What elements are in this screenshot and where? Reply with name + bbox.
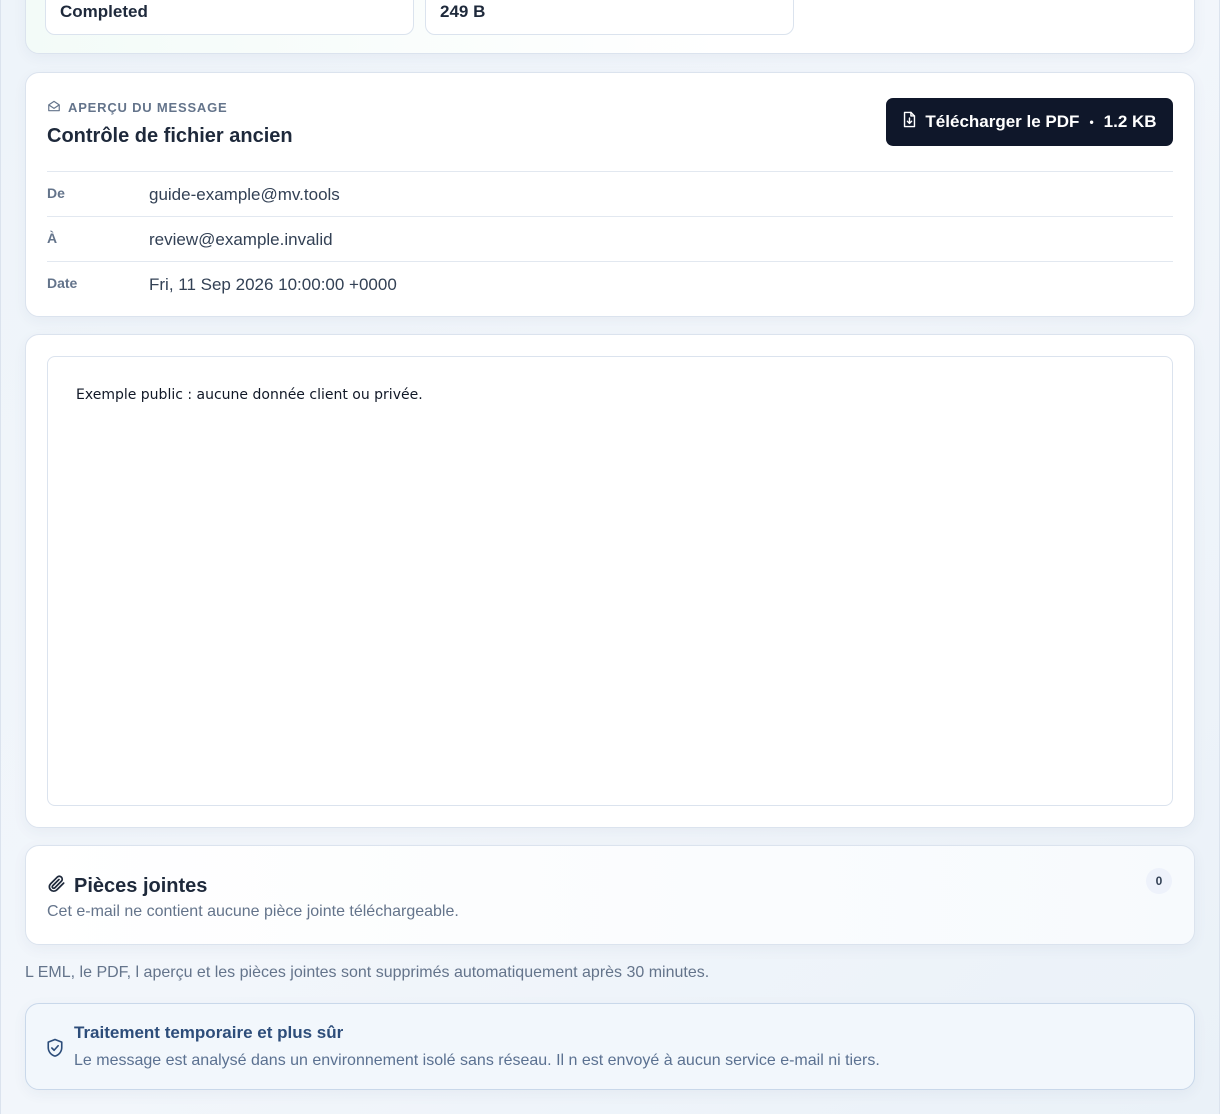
meta-row-from: De guide-example@mv.tools — [47, 171, 1173, 216]
file-download-icon — [902, 111, 917, 133]
message-body-text: Exemple public : aucune donnée client ou… — [76, 387, 423, 403]
meta-label: De — [47, 185, 65, 201]
meta-label: À — [47, 230, 58, 246]
preview-eyebrow: APERÇU DU MESSAGE — [47, 99, 228, 116]
paperclip-icon — [47, 874, 66, 899]
size-value: 249 B — [440, 2, 486, 21]
attachments-subtitle: Cet e-mail ne contient aucune pièce join… — [47, 903, 459, 920]
security-notice: Traitement temporaire et plus sûr Le mes… — [25, 1003, 1195, 1090]
size-stat: 249 B — [425, 0, 794, 35]
meta-value: review@example.invalid — [149, 230, 333, 249]
message-preview-card: APERÇU DU MESSAGE Contrôle de fichier an… — [25, 72, 1195, 317]
meta-value: guide-example@mv.tools — [149, 185, 340, 204]
separator-dot: • — [1089, 115, 1094, 129]
preview-eyebrow-label: APERÇU DU MESSAGE — [68, 100, 228, 115]
message-body-frame[interactable]: Exemple public : aucune donnée client ou… — [47, 356, 1173, 806]
download-pdf-size: 1.2 KB — [1103, 112, 1157, 131]
message-subject: Contrôle de fichier ancien — [47, 125, 293, 147]
meta-value: Fri, 11 Sep 2026 10:00:00 +0000 — [149, 275, 397, 294]
download-pdf-button[interactable]: Télécharger le PDF • 1.2 KB — [886, 98, 1173, 146]
summary-card: Completed 249 B — [25, 0, 1195, 54]
retention-note: L EML, le PDF, l aperçu et les pièces jo… — [25, 964, 710, 981]
status-stat: Completed — [45, 0, 414, 35]
download-pdf-label: Télécharger le PDF — [925, 112, 1080, 131]
meta-row-to: À review@example.invalid — [47, 216, 1173, 261]
security-text: Le message est analysé dans un environne… — [74, 1052, 880, 1069]
attachments-heading: Pièces jointes — [47, 874, 207, 899]
security-title: Traitement temporaire et plus sûr — [74, 1023, 344, 1042]
meta-row-date: Date Fri, 11 Sep 2026 10:00:00 +0000 — [47, 261, 1173, 306]
attachments-count-badge: 0 — [1146, 868, 1172, 894]
shield-check-icon — [46, 1038, 64, 1063]
status-value: Completed — [60, 2, 148, 21]
envelope-open-icon — [47, 99, 61, 116]
message-body-card: Exemple public : aucune donnée client ou… — [25, 334, 1195, 828]
attachments-title: Pièces jointes — [74, 875, 208, 897]
meta-label: Date — [47, 275, 78, 291]
attachments-card: Pièces jointes Cet e-mail ne contient au… — [25, 845, 1195, 945]
